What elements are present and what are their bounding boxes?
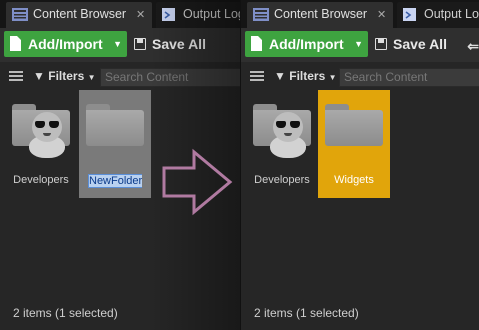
save-all-label: Save All xyxy=(393,36,447,52)
folder-widgets[interactable]: Widgets xyxy=(318,90,390,198)
folder-developers[interactable]: Developers xyxy=(5,90,77,198)
close-icon[interactable]: ✕ xyxy=(136,8,145,21)
chevron-down-icon: ▼ xyxy=(328,73,337,82)
add-import-label: Add/Import xyxy=(28,36,103,52)
output-log-icon xyxy=(162,8,175,21)
folder-name: Developers xyxy=(13,174,69,186)
tab-label: Content Browser xyxy=(274,7,368,21)
save-all-label: Save All xyxy=(152,36,206,52)
content-browser-icon xyxy=(253,8,269,21)
new-document-icon xyxy=(10,36,21,51)
content-browser-after: Content Browser ✕ Output Log Add/Import … xyxy=(241,0,479,330)
transition-arrow-icon xyxy=(162,148,233,216)
chevron-down-icon: ▼ xyxy=(87,73,96,82)
tab-output-log[interactable]: Output Log xyxy=(156,2,240,28)
tab-strip: Content Browser ✕ Output Log xyxy=(241,0,479,28)
chevron-down-icon: ▼ xyxy=(354,39,363,49)
content-browser-icon xyxy=(12,8,28,21)
rename-text: NewFolder xyxy=(89,175,143,187)
add-import-button[interactable]: Add/Import ▼ xyxy=(4,31,127,57)
filter-bar: ▼ Filters ▼ Search Content xyxy=(241,62,479,92)
folder-newfolder[interactable]: NewFolder xyxy=(79,90,151,198)
tab-label: Output Log xyxy=(183,7,240,21)
tab-output-log[interactable]: Output Log xyxy=(397,2,479,28)
save-icon xyxy=(134,38,146,50)
search-input[interactable]: Search Content xyxy=(339,68,479,87)
folder-icon xyxy=(86,104,144,146)
status-text: 2 items (1 selected) xyxy=(13,306,118,320)
new-document-icon xyxy=(251,36,262,51)
tab-label: Output Log xyxy=(424,7,479,21)
funnel-icon: ▼ xyxy=(33,69,45,83)
folder-name: Developers xyxy=(254,174,310,186)
chevron-down-icon: ▼ xyxy=(113,39,122,49)
funnel-icon: ▼ xyxy=(274,69,286,83)
folder-name: Widgets xyxy=(334,174,374,186)
view-options-icon[interactable] xyxy=(250,71,264,83)
close-icon[interactable]: ✕ xyxy=(377,8,386,21)
toolbar: Add/Import ▼ Save All ⇐ xyxy=(241,28,479,62)
output-log-icon xyxy=(403,8,416,21)
filters-label: Filters xyxy=(289,69,326,83)
filters-button[interactable]: ▼ Filters ▼ xyxy=(33,69,96,83)
tab-strip: Content Browser ✕ Output Log xyxy=(0,0,240,28)
developer-mascot-icon xyxy=(270,112,306,158)
filters-button[interactable]: ▼ Filters ▼ xyxy=(274,69,337,83)
toolbar: Add/Import ▼ Save All xyxy=(0,28,240,62)
add-import-label: Add/Import xyxy=(269,36,344,52)
tab-content-browser[interactable]: Content Browser xyxy=(6,2,152,28)
status-text: 2 items (1 selected) xyxy=(254,306,359,320)
search-input[interactable]: Search Content xyxy=(100,68,240,87)
filter-bar: ▼ Filters ▼ Search Content xyxy=(0,62,240,92)
save-icon xyxy=(375,38,387,50)
add-import-button[interactable]: Add/Import ▼ xyxy=(245,31,368,57)
folder-developers[interactable]: Developers xyxy=(246,90,318,198)
folder-icon xyxy=(325,104,383,146)
tab-content-browser[interactable]: Content Browser xyxy=(247,2,393,28)
rename-field[interactable]: NewFolder xyxy=(88,174,143,188)
view-options-icon[interactable] xyxy=(9,71,23,83)
back-arrow-icon[interactable]: ⇐ xyxy=(467,38,479,55)
tab-label: Content Browser xyxy=(33,7,127,21)
developer-mascot-icon xyxy=(29,112,65,158)
filters-label: Filters xyxy=(48,69,85,83)
